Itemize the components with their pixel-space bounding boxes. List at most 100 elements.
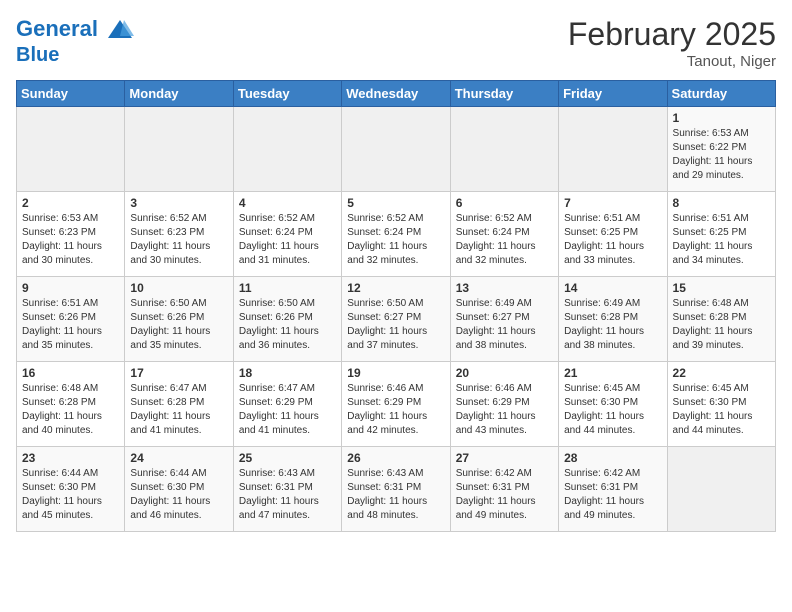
day-number: 20 bbox=[456, 366, 553, 380]
day-info: Sunrise: 6:43 AMSunset: 6:31 PMDaylight:… bbox=[347, 467, 444, 523]
day-number: 5 bbox=[347, 196, 444, 210]
calendar-cell bbox=[450, 107, 558, 192]
day-info: Sunrise: 6:45 AMSunset: 6:30 PMDaylight:… bbox=[564, 382, 661, 438]
day-number: 2 bbox=[22, 196, 119, 210]
day-number: 1 bbox=[673, 111, 770, 125]
day-info: Sunrise: 6:42 AMSunset: 6:31 PMDaylight:… bbox=[456, 467, 553, 523]
calendar-cell: 24 Sunrise: 6:44 AMSunset: 6:30 PMDayligh… bbox=[125, 447, 233, 532]
day-info: Sunrise: 6:50 AMSunset: 6:26 PMDaylight:… bbox=[239, 297, 336, 353]
day-info: Sunrise: 6:47 AMSunset: 6:29 PMDaylight:… bbox=[239, 382, 336, 438]
day-info: Sunrise: 6:52 AMSunset: 6:24 PMDaylight:… bbox=[239, 212, 336, 268]
calendar-cell: 2Sunrise: 6:53 AMSunset: 6:23 PMDaylight… bbox=[17, 192, 125, 277]
day-number: 25 bbox=[239, 451, 336, 465]
day-number: 18 bbox=[239, 366, 336, 380]
day-number: 19 bbox=[347, 366, 444, 380]
day-info: Sunrise: 6:52 AMSunset: 6:24 PMDaylight:… bbox=[456, 212, 553, 268]
day-number: 7 bbox=[564, 196, 661, 210]
day-info: Sunrise: 6:47 AMSunset: 6:28 PMDaylight:… bbox=[130, 382, 227, 438]
calendar-cell bbox=[17, 107, 125, 192]
calendar-cell: 6 Sunrise: 6:52 AMSunset: 6:24 PMDaylight… bbox=[450, 192, 558, 277]
day-info: Sunrise: 6:46 AMSunset: 6:29 PMDaylight:… bbox=[456, 382, 553, 438]
day-number: 10 bbox=[130, 281, 227, 295]
calendar-week-row: 2Sunrise: 6:53 AMSunset: 6:23 PMDaylight… bbox=[17, 192, 776, 277]
calendar-cell: 16 Sunrise: 6:48 AMSunset: 6:28 PMDayligh… bbox=[17, 362, 125, 447]
calendar-cell: 21 Sunrise: 6:45 AMSunset: 6:30 PMDayligh… bbox=[559, 362, 667, 447]
day-info: Sunrise: 6:43 AMSunset: 6:31 PMDaylight:… bbox=[239, 467, 336, 523]
calendar-cell bbox=[667, 447, 775, 532]
calendar-cell: 28Sunrise: 6:42 AMSunset: 6:31 PMDayligh… bbox=[559, 447, 667, 532]
day-info: Sunrise: 6:45 AMSunset: 6:30 PMDaylight:… bbox=[673, 382, 770, 438]
calendar-cell: 15Sunrise: 6:48 AMSunset: 6:28 PMDayligh… bbox=[667, 277, 775, 362]
location: Tanout, Niger bbox=[568, 53, 776, 70]
day-number: 4 bbox=[239, 196, 336, 210]
calendar-cell: 23Sunrise: 6:44 AMSunset: 6:30 PMDayligh… bbox=[17, 447, 125, 532]
day-number: 22 bbox=[673, 366, 770, 380]
calendar-week-row: 1 Sunrise: 6:53 AMSunset: 6:22 PMDaylight… bbox=[17, 107, 776, 192]
weekday-header-sunday: Sunday bbox=[17, 81, 125, 107]
calendar-cell: 11 Sunrise: 6:50 AMSunset: 6:26 PMDayligh… bbox=[233, 277, 341, 362]
day-info: Sunrise: 6:52 AMSunset: 6:24 PMDaylight:… bbox=[347, 212, 444, 268]
weekday-header-monday: Monday bbox=[125, 81, 233, 107]
calendar-cell bbox=[125, 107, 233, 192]
calendar-cell: 8 Sunrise: 6:51 AMSunset: 6:25 PMDaylight… bbox=[667, 192, 775, 277]
calendar-cell: 27 Sunrise: 6:42 AMSunset: 6:31 PMDayligh… bbox=[450, 447, 558, 532]
calendar-table: SundayMondayTuesdayWednesdayThursdayFrid… bbox=[16, 80, 776, 532]
calendar-cell: 20 Sunrise: 6:46 AMSunset: 6:29 PMDayligh… bbox=[450, 362, 558, 447]
calendar-cell: 5 Sunrise: 6:52 AMSunset: 6:24 PMDaylight… bbox=[342, 192, 450, 277]
calendar-cell bbox=[559, 107, 667, 192]
calendar-cell: 4 Sunrise: 6:52 AMSunset: 6:24 PMDaylight… bbox=[233, 192, 341, 277]
weekday-header-saturday: Saturday bbox=[667, 81, 775, 107]
day-number: 12 bbox=[347, 281, 444, 295]
calendar-cell: 9 Sunrise: 6:51 AMSunset: 6:26 PMDaylight… bbox=[17, 277, 125, 362]
day-info: Sunrise: 6:49 AMSunset: 6:28 PMDaylight:… bbox=[564, 297, 661, 353]
day-info: Sunrise: 6:50 AMSunset: 6:27 PMDaylight:… bbox=[347, 297, 444, 353]
calendar-week-row: 16 Sunrise: 6:48 AMSunset: 6:28 PMDayligh… bbox=[17, 362, 776, 447]
day-info: Sunrise: 6:52 AMSunset: 6:23 PMDaylight:… bbox=[130, 212, 227, 268]
calendar-cell bbox=[233, 107, 341, 192]
calendar-header-row: SundayMondayTuesdayWednesdayThursdayFrid… bbox=[17, 81, 776, 107]
calendar-week-row: 23 Sunrise: 6:44 AMSunset: 6:30 PMDayligh… bbox=[17, 447, 776, 532]
day-number: 3 bbox=[130, 196, 227, 210]
calendar-week-row: 9 Sunrise: 6:51 AMSunset: 6:26 PMDaylight… bbox=[17, 277, 776, 362]
logo-text: General bbox=[16, 16, 134, 44]
calendar-cell bbox=[342, 107, 450, 192]
calendar-cell: 22 Sunrise: 6:45 AMSunset: 6:30 PMDayligh… bbox=[667, 362, 775, 447]
day-info: Sunrise: 6:49 AMSunset: 6:27 PMDaylight:… bbox=[456, 297, 553, 353]
calendar-cell: 7 Sunrise: 6:51 AMSunset: 6:25 PMDaylight… bbox=[559, 192, 667, 277]
day-number: 8 bbox=[673, 196, 770, 210]
calendar-cell: 13 Sunrise: 6:49 AMSunset: 6:27 PMDayligh… bbox=[450, 277, 558, 362]
day-info: Sunrise: 6:51 AMSunset: 6:25 PMDaylight:… bbox=[564, 212, 661, 268]
calendar-cell: 14 Sunrise: 6:49 AMSunset: 6:28 PMDayligh… bbox=[559, 277, 667, 362]
month-year: February 2025 bbox=[568, 16, 776, 53]
day-number: 27 bbox=[456, 451, 553, 465]
weekday-header-friday: Friday bbox=[559, 81, 667, 107]
day-info: Sunrise: 6:48 AMSunset: 6:28 PMDaylight:… bbox=[673, 297, 770, 353]
calendar-cell: 1 Sunrise: 6:53 AMSunset: 6:22 PMDaylight… bbox=[667, 107, 775, 192]
day-info: Sunrise: 6:44 AMSunset: 6:30 PMDaylight:… bbox=[130, 467, 227, 523]
day-info: Sunrise: 6:51 AMSunset: 6:26 PMDaylight:… bbox=[22, 297, 119, 353]
calendar-cell: 12 Sunrise: 6:50 AMSunset: 6:27 PMDayligh… bbox=[342, 277, 450, 362]
day-info: Sunrise: 6:50 AMSunset: 6:26 PMDaylight:… bbox=[130, 297, 227, 353]
day-number: 23 bbox=[22, 451, 119, 465]
day-number: 16 bbox=[22, 366, 119, 380]
calendar-cell: 25 Sunrise: 6:43 AMSunset: 6:31 PMDayligh… bbox=[233, 447, 341, 532]
day-number: 9 bbox=[22, 281, 119, 295]
day-info: Sunrise: 6:48 AMSunset: 6:28 PMDaylight:… bbox=[22, 382, 119, 438]
weekday-header-thursday: Thursday bbox=[450, 81, 558, 107]
day-info: Sunrise: 6:51 AMSunset: 6:25 PMDaylight:… bbox=[673, 212, 770, 268]
weekday-header-wednesday: Wednesday bbox=[342, 81, 450, 107]
day-number: 11 bbox=[239, 281, 336, 295]
page-header: General Blue February 2025 Tanout, Niger bbox=[16, 16, 776, 70]
day-number: 14 bbox=[564, 281, 661, 295]
day-number: 21 bbox=[564, 366, 661, 380]
day-number: 28 bbox=[564, 451, 661, 465]
day-number: 24 bbox=[130, 451, 227, 465]
calendar-cell: 10 Sunrise: 6:50 AMSunset: 6:26 PMDayligh… bbox=[125, 277, 233, 362]
day-info: Sunrise: 6:53 AMSunset: 6:22 PMDaylight:… bbox=[673, 127, 770, 183]
day-number: 13 bbox=[456, 281, 553, 295]
calendar-cell: 19Sunrise: 6:46 AMSunset: 6:29 PMDayligh… bbox=[342, 362, 450, 447]
calendar-cell: 3 Sunrise: 6:52 AMSunset: 6:23 PMDaylight… bbox=[125, 192, 233, 277]
calendar-cell: 18 Sunrise: 6:47 AMSunset: 6:29 PMDayligh… bbox=[233, 362, 341, 447]
day-number: 6 bbox=[456, 196, 553, 210]
weekday-header-tuesday: Tuesday bbox=[233, 81, 341, 107]
